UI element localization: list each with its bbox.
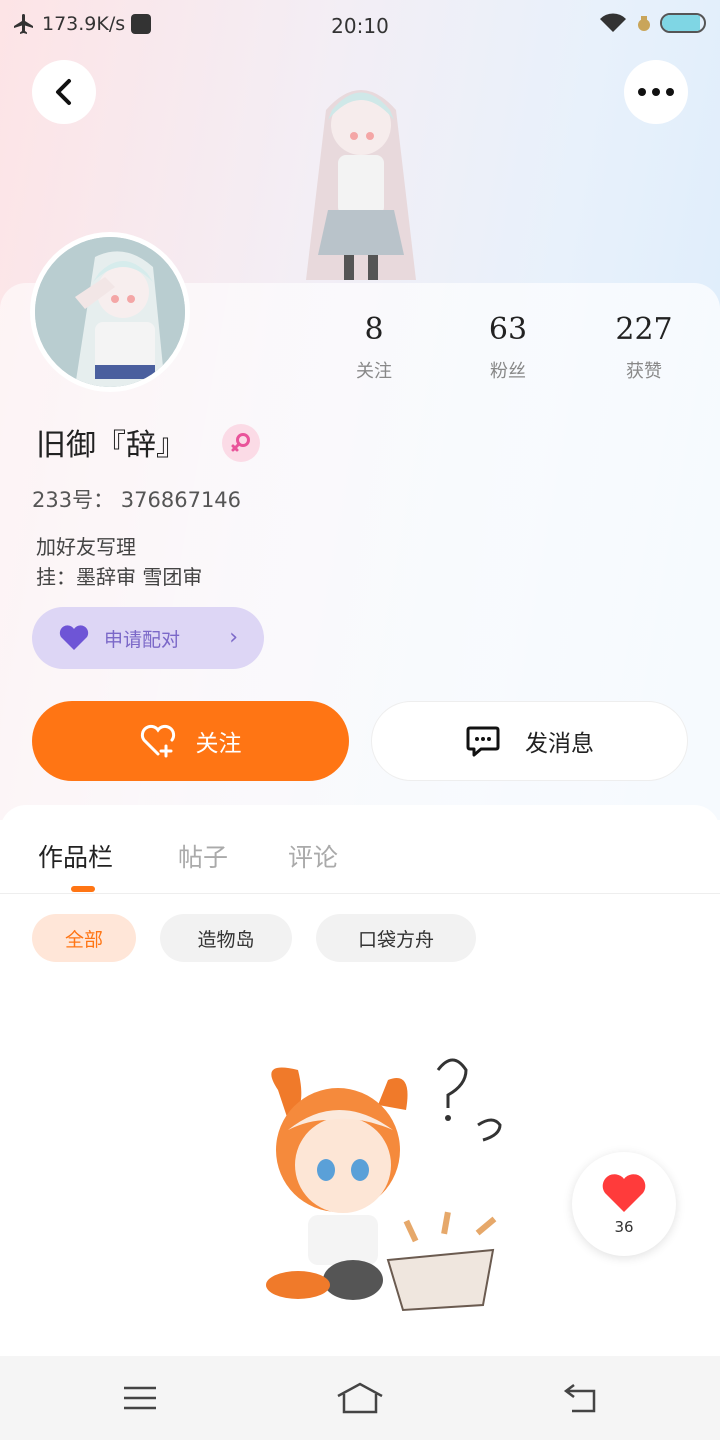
wifi-icon <box>600 13 626 32</box>
more-icon <box>638 88 674 96</box>
battery-level <box>662 15 700 31</box>
status-bar: 173.9K/s 20:10 <box>0 0 720 50</box>
tab-posts[interactable]: 帖子 <box>178 838 228 874</box>
uid-value: 376867146 <box>120 488 242 512</box>
stat-value: 8 <box>364 312 384 347</box>
battery-icon <box>660 13 706 33</box>
avatar-image <box>35 237 185 387</box>
heart-icon <box>602 1174 646 1212</box>
bio-line: 加好友写理 <box>36 535 136 559</box>
follow-heart-icon <box>140 724 175 758</box>
stat-following[interactable]: 8 关注 <box>314 312 434 383</box>
follow-button[interactable]: 关注 <box>32 701 349 781</box>
divider <box>0 893 720 894</box>
like-float-button[interactable]: 36 <box>572 1152 676 1256</box>
tab-bar: 作品栏 帖子 评论 <box>0 830 720 894</box>
message-label: 发消息 <box>525 731 594 757</box>
empty-state-illustration <box>238 1050 518 1320</box>
bag-icon <box>638 16 650 31</box>
tab-indicator <box>71 886 95 892</box>
home-button[interactable] <box>330 1378 390 1418</box>
stat-fans[interactable]: 63 粉丝 <box>448 312 568 383</box>
pair-request-button[interactable]: 申请配对 › <box>32 607 264 669</box>
stat-label: 粉丝 <box>490 361 526 382</box>
stat-value: 227 <box>615 312 673 347</box>
heart-pair-icon <box>59 625 89 650</box>
menu-icon <box>124 1386 156 1410</box>
back-nav-button[interactable] <box>550 1378 610 1418</box>
home-icon <box>337 1382 383 1414</box>
filter-chips: 全部 造物岛 口袋方舟 <box>0 914 720 962</box>
chevron-right-icon: › <box>229 625 238 650</box>
more-button[interactable] <box>624 60 688 124</box>
follow-label: 关注 <box>195 731 242 757</box>
pair-label: 申请配对 <box>104 628 181 651</box>
back-nav-icon <box>563 1384 596 1413</box>
chat-icon <box>466 726 500 757</box>
filter-pocket-ark[interactable]: 口袋方舟 <box>316 914 476 962</box>
status-right <box>598 12 706 34</box>
stat-label: 获赞 <box>626 361 662 382</box>
stat-likes[interactable]: 227 获赞 <box>584 312 704 383</box>
bio-line: 挂：墨辞审 雪团审 <box>36 565 203 589</box>
character-model <box>286 70 436 290</box>
female-icon <box>222 424 260 462</box>
filter-creation-island[interactable]: 造物岛 <box>160 914 292 962</box>
username: 旧御『辞』 <box>36 428 186 463</box>
back-button[interactable] <box>32 60 96 124</box>
stat-value: 63 <box>488 312 528 347</box>
filter-all[interactable]: 全部 <box>32 914 136 962</box>
system-nav-bar <box>0 1356 720 1440</box>
back-icon <box>56 79 71 105</box>
tab-comments[interactable]: 评论 <box>288 838 338 874</box>
uid-label: 233号： <box>32 488 115 512</box>
user-id: 233号： 376867146 <box>32 484 241 514</box>
message-button[interactable]: 发消息 <box>371 701 688 781</box>
bio: 加好友写理 挂：墨辞审 雪团审 <box>36 532 336 592</box>
stat-label: 关注 <box>356 361 392 382</box>
menu-button[interactable] <box>110 1378 170 1418</box>
avatar[interactable] <box>30 232 190 392</box>
tab-works[interactable]: 作品栏 <box>38 838 113 874</box>
like-count: 36 <box>614 1218 634 1236</box>
